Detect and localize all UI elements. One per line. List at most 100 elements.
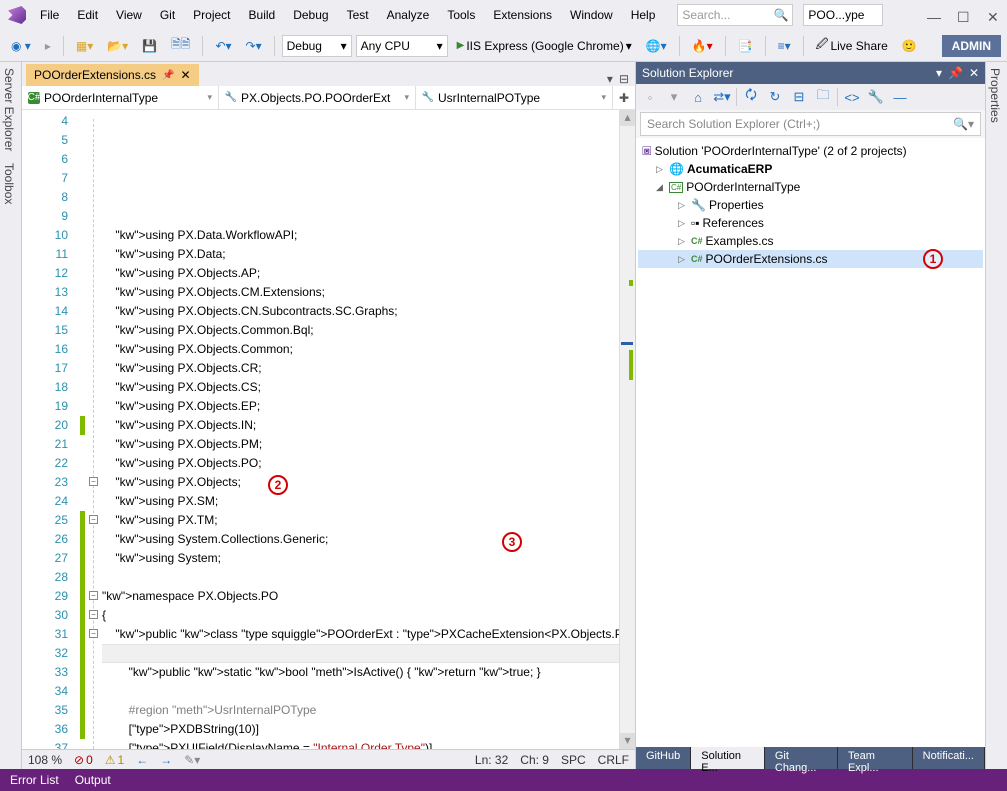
se-home-icon[interactable]: ⌂ (688, 90, 708, 105)
tab-git-changes[interactable]: Git Chang... (765, 747, 838, 769)
zoom-level[interactable]: 108 % (28, 753, 62, 767)
start-button[interactable]: ▶IIS Express (Google Chrome) ▾ (452, 36, 637, 56)
expand-icon[interactable]: ◢ (656, 182, 666, 193)
status-output[interactable]: Output (75, 773, 111, 787)
panel-pin-icon[interactable]: 📌 (948, 66, 963, 80)
menu-project[interactable]: Project (185, 4, 238, 26)
config-dropdown[interactable]: Debug▾ (282, 35, 352, 57)
menu-tools[interactable]: Tools (439, 4, 483, 26)
menu-extensions[interactable]: Extensions (485, 4, 560, 26)
save-button[interactable]: 💾 (137, 36, 162, 56)
play-icon: ▶ (457, 40, 465, 51)
solution-name-pill[interactable]: POO...ype (803, 4, 883, 26)
nav-prev-issue-icon[interactable]: ← (136, 753, 148, 767)
title-bar: File Edit View Git Project Build Debug T… (0, 0, 1007, 30)
tree-project-acumatica[interactable]: ▷🌐AcumaticaERP (638, 160, 983, 178)
se-properties-icon[interactable]: 🔧 (866, 89, 886, 105)
menu-window[interactable]: Window (562, 4, 621, 26)
browser-link-button[interactable]: 🌐▾ (641, 36, 672, 56)
pin-icon[interactable]: 📌 (162, 70, 174, 81)
code-editor[interactable]: 4567891011121314151617181920212223242526… (22, 110, 635, 749)
window-minimize-icon[interactable]: — (927, 9, 939, 21)
tree-poorderext-file[interactable]: ▷C#POOrderExtensions.cs 1 (638, 250, 983, 268)
menu-debug[interactable]: Debug (285, 4, 336, 26)
feedback-button[interactable]: 🙂 (897, 36, 922, 56)
nav-fwd-button[interactable]: ▸ (40, 36, 56, 56)
find-in-files-button[interactable]: 📑 (733, 36, 758, 56)
tree-references-node[interactable]: ▷▫▪References (638, 214, 983, 232)
annotation-2: 2 (268, 475, 288, 495)
menu-analyze[interactable]: Analyze (379, 4, 438, 26)
toolbox-tab[interactable]: Toolbox (2, 163, 19, 204)
menu-help[interactable]: Help (623, 4, 664, 26)
window-maximize-icon[interactable]: ☐ (957, 9, 969, 21)
nav-back-button[interactable]: ◉ ▾ (6, 36, 36, 56)
tree-project-poorder[interactable]: ◢C#POOrderInternalType (638, 178, 983, 196)
build-status-icon[interactable]: ✎▾ (184, 753, 200, 767)
menu-git[interactable]: Git (152, 4, 183, 26)
menu-bar: File Edit View Git Project Build Debug T… (32, 4, 663, 26)
error-count[interactable]: ⊘0 (74, 753, 93, 767)
window-close-icon[interactable]: ✕ (987, 9, 999, 21)
se-preview-icon[interactable]: — (890, 90, 910, 105)
se-switch-icon[interactable]: ⇄▾ (712, 89, 732, 105)
solution-explorer-toolbar: ◦ ▾ ⌂ ⇄▾ 🗘 ↻ ⊟ 🗀 <> 🔧 — (636, 84, 985, 110)
se-fwd-icon[interactable]: ▾ (664, 89, 684, 105)
solution-explorer-pane: Solution Explorer ▾📌✕ ◦ ▾ ⌂ ⇄▾ 🗘 ↻ ⊟ 🗀 <… (635, 62, 985, 769)
se-show-all-icon[interactable]: 🗀 (813, 86, 833, 108)
tab-popout-icon[interactable]: ⊟ (619, 72, 629, 86)
search-placeholder: Search... (682, 8, 730, 22)
menu-view[interactable]: View (108, 4, 150, 26)
close-tab-icon[interactable]: ✕ (181, 68, 191, 82)
solution-tree[interactable]: 🞖Solution 'POOrderInternalType' (2 of 2 … (636, 138, 985, 747)
tab-github[interactable]: GitHub (636, 747, 691, 769)
tab-team-explorer[interactable]: Team Expl... (838, 747, 913, 769)
cs-file-icon: C# (691, 254, 703, 264)
file-tab-label: POOrderExtensions.cs (34, 68, 156, 82)
se-sync-icon[interactable]: 🗘 (741, 86, 761, 108)
panel-close-icon[interactable]: ✕ (969, 66, 979, 80)
se-view-code-icon[interactable]: <> (842, 90, 862, 105)
tree-examples-file[interactable]: ▷C#Examples.cs (638, 232, 983, 250)
menu-file[interactable]: File (32, 4, 67, 26)
solution-icon: 🞖 (642, 144, 652, 159)
nav-class-dropdown[interactable]: 🔧PX.Objects.PO.POOrderExt▾ (219, 86, 416, 109)
file-tab-active[interactable]: POOrderExtensions.cs 📌 ✕ (26, 64, 199, 86)
undo-button[interactable]: ↶▾ (210, 36, 236, 56)
menu-build[interactable]: Build (241, 4, 284, 26)
line-endings[interactable]: CRLF (598, 753, 629, 767)
nav-project-dropdown[interactable]: C#POOrderInternalType▾ (22, 86, 219, 109)
redo-button[interactable]: ↷▾ (241, 36, 267, 56)
hot-reload-button[interactable]: 🔥▾ (687, 36, 718, 56)
tab-solution-explorer[interactable]: Solution E... (691, 747, 765, 769)
comment-button[interactable]: ≡▾ (773, 36, 796, 56)
new-project-button[interactable]: ▦▾ (71, 36, 98, 56)
se-collapse-icon[interactable]: ⊟ (789, 89, 809, 105)
right-rail: Properties (985, 62, 1007, 769)
vertical-scrollbar[interactable]: ▴ ▾ (619, 110, 635, 749)
server-explorer-tab[interactable]: Server Explorer (2, 68, 19, 151)
menu-edit[interactable]: Edit (69, 4, 106, 26)
live-share-button[interactable]: 🖉 Live Share (811, 32, 893, 59)
platform-dropdown[interactable]: Any CPU▾ (356, 35, 448, 57)
nav-member-dropdown[interactable]: 🔧UsrInternalPOType▾ (416, 86, 613, 109)
se-refresh-icon[interactable]: ↻ (765, 89, 785, 105)
nav-next-issue-icon[interactable]: → (160, 753, 172, 767)
indent-mode[interactable]: SPC (561, 753, 586, 767)
save-all-button[interactable]: 🗎🗎 (166, 32, 195, 59)
properties-tab[interactable]: Properties (988, 68, 1002, 123)
warning-count[interactable]: ⚠1 (105, 753, 124, 767)
tree-properties-node[interactable]: ▷🔧Properties (638, 196, 983, 214)
tree-solution-node[interactable]: 🞖Solution 'POOrderInternalType' (2 of 2 … (638, 142, 983, 160)
menu-test[interactable]: Test (339, 4, 377, 26)
nav-split-button[interactable]: ✚ (613, 86, 635, 109)
panel-dropdown-icon[interactable]: ▾ (936, 66, 942, 80)
tab-notifications[interactable]: Notificati... (913, 747, 985, 769)
open-button[interactable]: 📂▾ (102, 36, 133, 56)
title-search-input[interactable]: Search... 🔍 (677, 4, 793, 26)
status-error-list[interactable]: Error List (10, 773, 59, 787)
collapse-icon[interactable]: ▷ (656, 164, 666, 175)
tab-dropdown-icon[interactable]: ▾ (607, 72, 613, 86)
se-back-icon[interactable]: ◦ (640, 90, 660, 105)
solution-explorer-search[interactable]: Search Solution Explorer (Ctrl+;) 🔍▾ (640, 112, 981, 136)
